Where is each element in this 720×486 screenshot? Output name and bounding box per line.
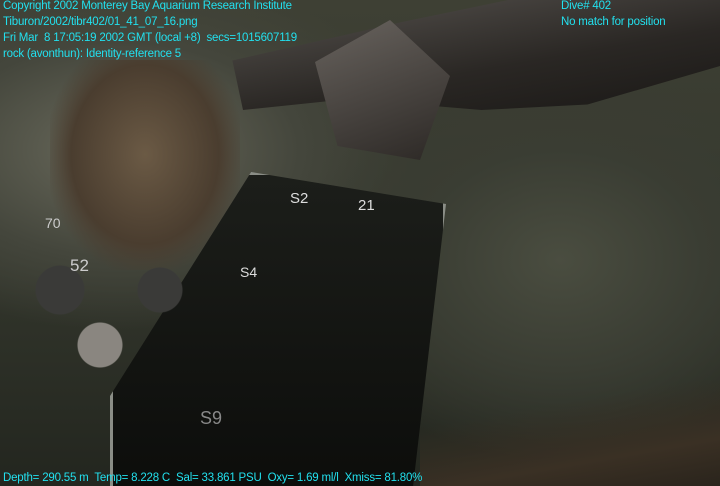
box-label: 21 — [358, 197, 375, 214]
overlay-dive-number: Dive# 402 — [561, 0, 611, 12]
box-label: S2 — [290, 190, 309, 207]
jar-label: 70 — [45, 215, 61, 231]
overlay-filename: Tiburon/2002/tibr402/01_41_07_16.png — [3, 16, 198, 28]
overlay-annotation: rock (avonthun): Identity-reference 5 — [3, 48, 181, 60]
overlay-position-status: No match for position — [561, 16, 666, 28]
overlay-sensor-readout: Depth= 290.55 m Temp= 8.228 C Sal= 33.86… — [3, 472, 423, 484]
rov-camera-frame: S2 21 S4 S9 70 52 Copyright 2002 Montere… — [0, 0, 720, 486]
box-label: S9 — [200, 408, 223, 428]
jar-label: 52 — [70, 256, 89, 275]
box-label: S4 — [240, 264, 258, 280]
sample-jars — [0, 200, 200, 400]
overlay-timestamp: Fri Mar 8 17:05:19 2002 GMT (local +8) s… — [3, 32, 297, 44]
overlay-copyright: Copyright 2002 Monterey Bay Aquarium Res… — [3, 0, 292, 12]
seafloor — [420, 380, 720, 486]
